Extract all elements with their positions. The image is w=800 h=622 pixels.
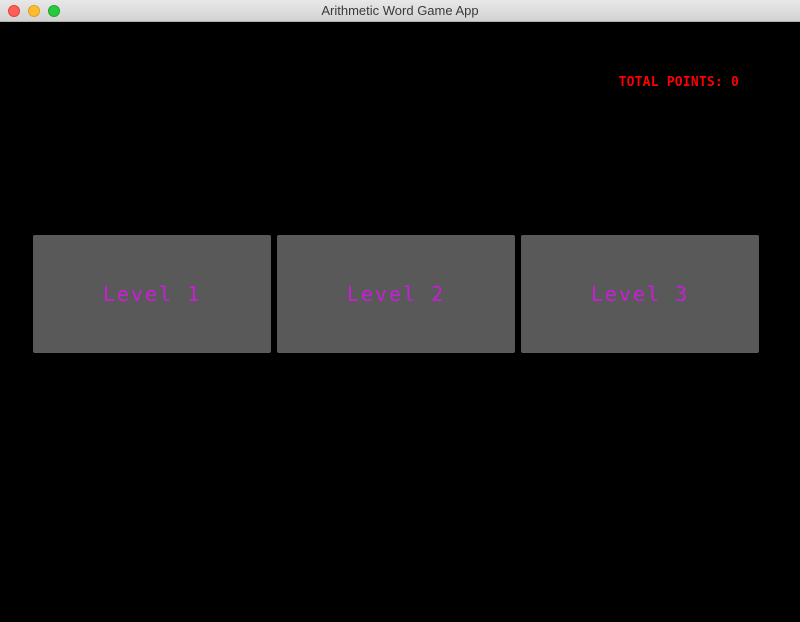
zoom-window-button[interactable] (48, 5, 60, 17)
level-2-button[interactable]: Level 2 (277, 235, 515, 353)
level-1-label: Level 1 (102, 282, 202, 306)
title-bar: Arithmetic Word Game App (0, 0, 800, 22)
window-controls (8, 5, 60, 17)
level-select-row: Level 1 Level 2 Level 3 (33, 235, 759, 353)
minimize-window-button[interactable] (28, 5, 40, 17)
app-window: Arithmetic Word Game App TOTAL POINTS: 0… (0, 0, 800, 622)
window-title: Arithmetic Word Game App (321, 3, 479, 18)
level-1-button[interactable]: Level 1 (33, 235, 271, 353)
level-3-label: Level 3 (590, 282, 690, 306)
game-canvas: TOTAL POINTS: 0 Level 1 Level 2 Level 3 (0, 22, 800, 622)
total-points-label: TOTAL POINTS: 0 (618, 75, 739, 90)
level-2-label: Level 2 (346, 282, 446, 306)
close-window-button[interactable] (8, 5, 20, 17)
level-3-button[interactable]: Level 3 (521, 235, 759, 353)
